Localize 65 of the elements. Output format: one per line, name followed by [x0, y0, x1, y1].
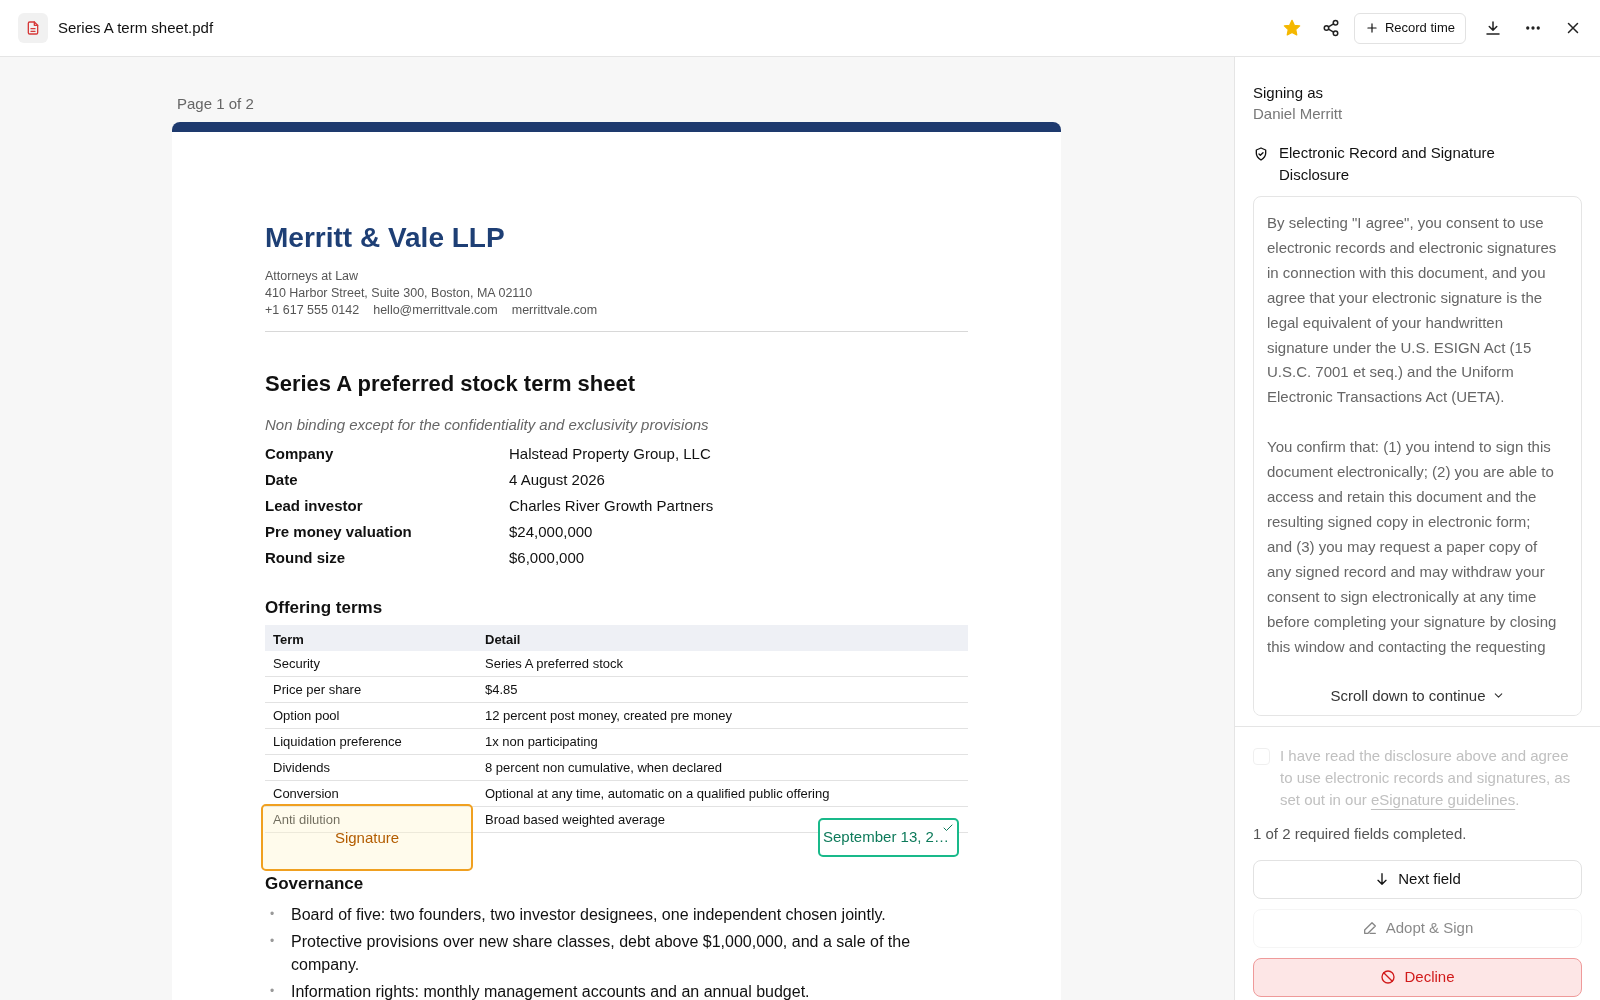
download-icon[interactable] — [1484, 19, 1502, 37]
section-heading: Offering terms — [265, 597, 384, 619]
summary-label: Company — [265, 443, 335, 464]
table-cell-text: Security — [272, 654, 321, 673]
summary-value: Halstead Property Group, LLC — [509, 443, 711, 464]
table-cell-text: Option pool — [272, 706, 341, 725]
summary-value: 4 August 2026 — [509, 469, 605, 490]
table-cell-text: $4.85 — [484, 680, 518, 699]
table-cell-text: Optional at any time, automatic on a qualified public offering — [484, 784, 830, 803]
decline-button[interactable]: Decline — [1253, 957, 1582, 997]
file-name: Series A term sheet.pdf — [58, 17, 214, 38]
record-time-button[interactable]: Record time — [1353, 12, 1466, 44]
table-cell-text: Conversion — [272, 784, 340, 803]
star-icon[interactable] — [1281, 18, 1302, 38]
prohibited-icon — [1380, 969, 1397, 985]
firm-contact: merrittvale.com — [511, 302, 598, 319]
pencil-icon — [1361, 920, 1378, 936]
summary-label: Date — [265, 469, 299, 490]
disclosure-box[interactable] — [1253, 196, 1582, 716]
table-cell-text: 8 percent non cumulative, when declared — [484, 758, 723, 777]
pdf-file-icon — [18, 13, 48, 43]
summary-value: Charles River Growth Partners — [509, 495, 714, 516]
firm-contact: hello@merrittvale.com — [373, 302, 498, 319]
table-cell-text: Liquidation preference — [272, 732, 403, 751]
page-label: Page 1 of 2 — [177, 94, 255, 114]
table-cell-text: Dividends — [272, 758, 332, 777]
document-title: Series A preferred stock term sheet — [265, 370, 637, 398]
bullet-text: Board of five: two founders, two investor designees, one independent chosen jointly. — [291, 905, 887, 925]
disclosure-paragraph: You confirm that: (1) you intend to sign this document electronically; (2) you are able to access and retain this document and the resulting signed copy in electronic form; and (3) you may request a paper copy of any signed record and may withdraw your consent to sign electronically at any time before completing your signature by closing this window and contacting the requesting — [1267, 437, 1558, 657]
bullet-mark: • — [269, 983, 276, 1000]
next-button[interactable]: Next field — [1253, 859, 1582, 899]
summary-label: Round size — [265, 547, 346, 568]
scroll-hint[interactable]: Scroll down to continue — [1330, 684, 1505, 707]
table-cell-text: Broad based weighted average — [484, 810, 665, 829]
column-header: Detail — [484, 631, 521, 650]
signing-label: Signing as — [1253, 83, 1325, 103]
bullet-text: Protective provisions over new share classes, debt above $1,000,000, and a sale of the company. — [291, 932, 912, 975]
firm-address: 410 Harbor Street, Suite 300, Boston, MA 02110 — [265, 285, 534, 302]
section-heading: Governance — [265, 873, 365, 895]
column-header: Term — [272, 631, 305, 650]
disclosure-paragraph: By selecting "I agree", you consent to use electronic records and electronic signatures in connection with this document, and you agree that your electronic signature is the legal equivalent of your handwritten signature under the U.S. ESIGN Act (15 U.S.C. 7001 et seq.) and the Uniform Electronic Transactions Act (UETA). — [1267, 213, 1558, 408]
summary-value: $6,000,000 — [509, 547, 585, 568]
summary-value: $24,000,000 — [509, 521, 593, 542]
bullet-mark: • — [269, 906, 276, 923]
shield-check-icon — [1253, 146, 1269, 162]
bullet-text: Information rights: monthly management accounts and an annual budget. — [291, 982, 811, 1000]
share-icon[interactable] — [1321, 19, 1340, 37]
table-cell-text: Anti dilution — [272, 810, 342, 829]
table-cell-text: 12 percent post money, created pre money — [484, 706, 732, 725]
table-cell-text: Price per share — [272, 680, 363, 699]
table-cell-text: 1x non participating — [484, 732, 598, 751]
table-cell-text: Series A preferred stock — [484, 654, 623, 673]
firm-contact: +1 617 555 0142 — [265, 302, 360, 319]
date-field[interactable]: September 13, 2… — [818, 818, 959, 857]
summary-label: Lead investor — [265, 495, 364, 516]
summary-label: Pre money valuation — [265, 521, 413, 542]
plus-icon — [1364, 21, 1379, 35]
signer-name: Daniel Merritt — [1253, 104, 1344, 124]
firm-tagline: Attorneys at Law — [265, 268, 360, 285]
document-subtitle: Non binding except for the confidentiality and exclusivity provisions — [265, 415, 710, 435]
bullet-mark: • — [269, 933, 276, 950]
disclosure-title: Electronic Record and Signature Disclosure — [1279, 143, 1496, 185]
check-icon — [942, 822, 954, 834]
firm-name: Merritt & Vale LLP — [265, 221, 506, 255]
progress-text: 1 of 2 required fields completed. — [1253, 824, 1468, 844]
